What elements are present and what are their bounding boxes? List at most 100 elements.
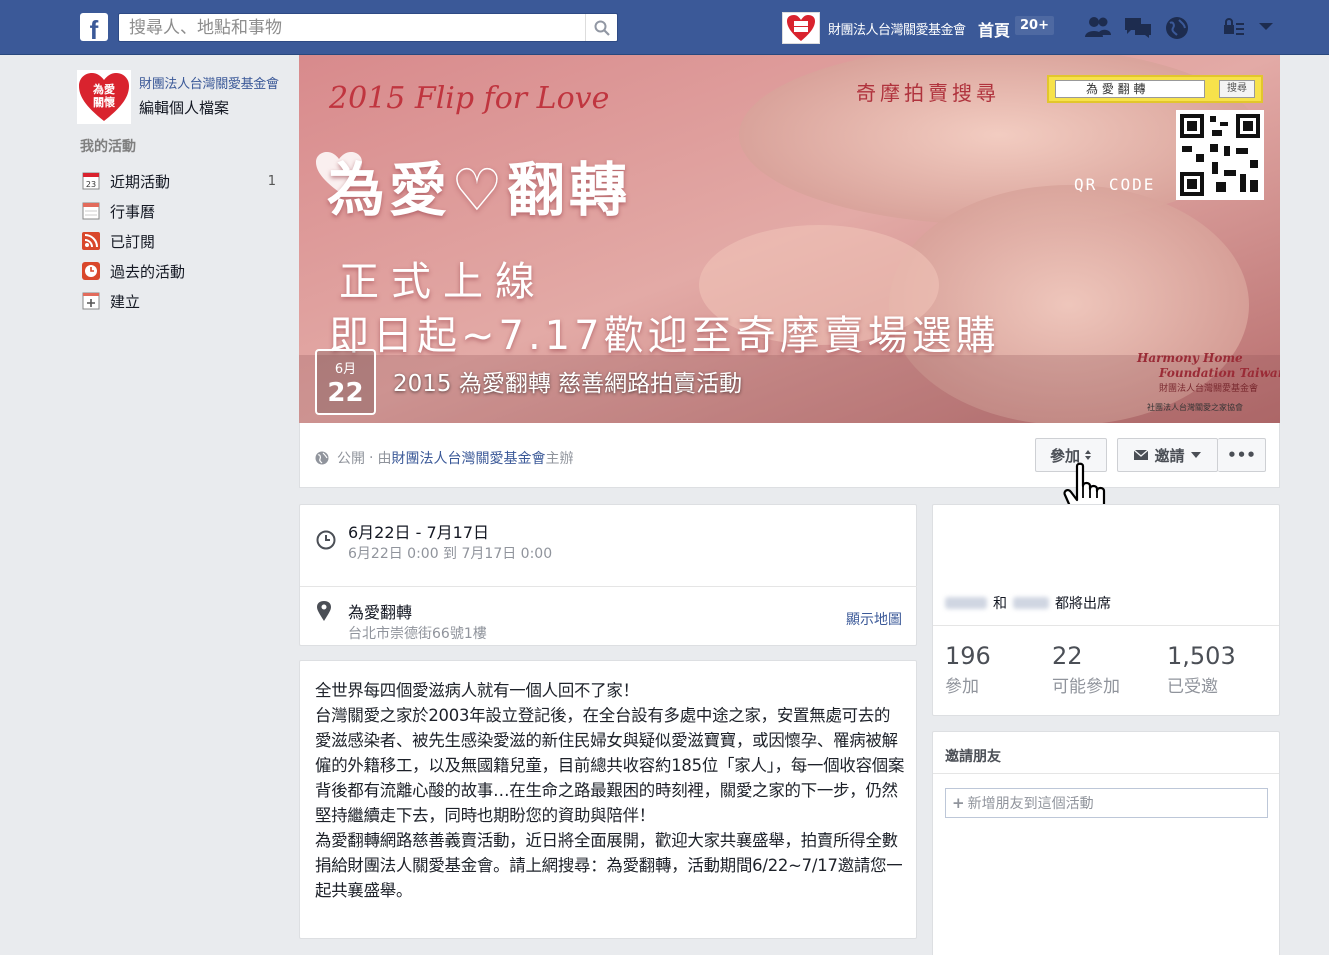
event-date-badge: 6月 22 [315,349,376,415]
event-action-bar: 公開 · 由 財團法人台灣關愛基金會 主辦 參加 邀請 ••• [299,423,1280,488]
cover-headline-en: 2015 Flip for Love [329,81,610,116]
up-down-caret-icon [1085,450,1091,460]
svg-text:為愛: 為愛 [93,82,115,96]
host-suffix: 主辦 [545,451,574,467]
description-paragraph: 為愛翻轉網路慈善義賣活動，近日將全面展開，歡迎大家共襄盛舉，拍賣所得全數捐給財團… [315,831,903,900]
page-name: 財團法人台灣關愛基金會 [828,22,966,38]
sidebar-item-label: 過去的活動 [110,262,186,281]
facebook-logo-icon[interactable]: f [80,13,108,41]
sidebar-item-count: 1 [267,173,276,189]
cover-assoc: 社團法人台灣關愛之家協會 [1147,403,1243,412]
stat-label: 已受邀 [1167,677,1218,697]
event-description-card: 全世界每四個愛滋病人就有一個人回不了家！ 台灣關愛之家於2003年設立登記後，在… [299,660,917,939]
cover-org-en-2: Foundation Taiwan [1159,366,1280,380]
sidebar-item-past[interactable]: 過去的活動 [81,256,281,286]
sidebar-menu: 23 近期活動 1 行事曆 已訂閱 過去的活動 建立 [81,166,281,316]
invite-label: 邀請 [1154,446,1185,465]
cover-search-text: 為 愛 翻 轉 [1055,80,1205,98]
edit-profile-link[interactable]: 編輯個人檔案 [139,97,229,118]
svg-text:23: 23 [86,180,96,189]
globe-notifications-icon[interactable] [1164,15,1190,41]
stat-going[interactable]: 196 參加 [945,642,991,697]
stat-invited[interactable]: 1,503 已受邀 [1167,642,1236,697]
svg-text:關懷: 關懷 [93,95,115,109]
event-month: 6月 [334,362,357,377]
cover-qr-label: QR CODE [1074,175,1156,194]
sidebar-item-calendar[interactable]: 行事曆 [81,196,281,226]
friends-going: 都將出席 [1055,596,1111,612]
description-paragraph: 台灣關愛之家於2003年設立登記後，在全台設有多處中途之家，安置無處可去的愛滋感… [315,706,905,825]
privacy-shortcuts-icon[interactable] [1222,15,1246,39]
page-avatar [782,12,820,44]
cover-headline-zh: 為愛♡翻轉 [327,156,631,224]
place-sub: 台北市崇德街66號1樓 [348,626,487,642]
sidebar-item-label: 已訂閱 [110,232,156,251]
event-day: 22 [327,378,364,408]
top-navigation-bar: f 財團法人台灣關愛基金會 首頁 20+ [0,0,1329,55]
page-profile-avatar[interactable]: 為愛 關懷 [77,70,131,124]
invite-friend-field[interactable]: + 新增朋友到這個活動 [945,788,1268,818]
search-icon [594,20,610,36]
place-main: 為愛翻轉 [348,603,413,622]
cover-yahoo-search-label: 奇摩拍賣搜尋 [856,81,1000,105]
stat-label: 可能參加 [1052,677,1120,697]
cover-line-1: 正式上線 [339,259,547,305]
cover-org-en-1: Harmony Home [1137,351,1243,365]
sidebar-item-subscribed[interactable]: 已訂閱 [81,226,281,256]
sidebar-section-title: 我的活動 [80,139,136,155]
attendance-card: 和 都將出席 196 參加 22 可能參加 1,503 已受邀 [932,504,1280,716]
plus-icon [81,292,101,310]
profile-shortcut[interactable]: 財團法人台灣關愛基金會 [782,12,966,44]
event-title: 2015 為愛翻轉 慈善網路拍賣活動 [393,371,743,397]
stat-maybe[interactable]: 22 可能參加 [1052,642,1120,697]
chevron-down-icon [1190,452,1201,458]
stat-number: 1,503 [1167,642,1236,670]
invite-placeholder: 新增朋友到這個活動 [967,796,1094,812]
sidebar-item-create[interactable]: 建立 [81,286,281,316]
friends-and: 和 [993,596,1007,612]
invite-friends-card: 邀請朋友 + 新增朋友到這個活動 [932,731,1280,955]
friend-requests-icon[interactable] [1084,15,1112,39]
sidebar-item-label: 近期活動 [110,172,171,191]
account-menu-chevron-icon[interactable] [1258,22,1274,32]
friends-going-line: 和 都將出席 [945,593,1111,613]
cover-line-2: 即日起~7.17歡迎至奇摩賣場選購 [329,313,1000,359]
cover-search-box: 為 愛 翻 轉 搜尋 [1047,75,1263,103]
location-row: 為愛翻轉 台北市崇德街66號1樓 顯示地圖 [300,587,917,647]
privacy-separator: · [369,450,374,466]
sidebar-item-upcoming[interactable]: 23 近期活動 1 [81,166,281,196]
messages-icon[interactable] [1124,15,1152,39]
clock-icon [81,262,101,280]
more-options-button[interactable]: ••• [1218,438,1266,472]
stat-number: 196 [945,642,991,670]
globe-icon [315,451,329,465]
calendar-23-icon: 23 [81,172,101,190]
stat-number: 22 [1052,642,1083,670]
invite-button[interactable]: 邀請 [1117,438,1218,472]
sidebar-item-label: 行事曆 [110,202,156,221]
search-input[interactable] [119,14,579,41]
sidebar-item-label: 建立 [110,292,141,311]
event-privacy-info: 公開 · 由 財團法人台灣關愛基金會 主辦 [315,448,573,468]
invite-title: 邀請朋友 [945,749,1001,765]
date-main: 6月22日 - 7月17日 [348,523,490,542]
date-sub: 6月22日 0:00 到 7月17日 0:00 [348,546,553,562]
host-prefix: 由 [377,451,392,467]
sidebar-page-name[interactable]: 財團法人台灣關愛基金會 [139,73,279,92]
search-button[interactable] [585,14,617,41]
notification-badge: 20+ [1015,16,1054,35]
description-paragraph: 全世界每四個愛滋病人就有一個人回不了家！ [315,681,639,700]
host-link[interactable]: 財團法人台灣關愛基金會 [391,448,545,468]
attendance-stats: 196 參加 22 可能參加 1,503 已受邀 [933,625,1279,715]
calendar-icon [81,202,101,220]
show-map-link[interactable]: 顯示地圖 [846,609,902,629]
more-options-icon: ••• [1227,446,1256,464]
blurred-friend-name [945,597,987,609]
event-description: 全世界每四個愛滋病人就有一個人回不了家！ 台灣關愛之家於2003年設立登記後，在… [315,678,905,903]
cover-search-button: 搜尋 [1219,80,1255,98]
blurred-friend-name [1013,597,1049,609]
plus-icon: + [952,794,965,812]
privacy-label: 公開 [337,451,365,467]
clock-icon [316,530,336,550]
home-link[interactable]: 首頁 [978,17,1010,41]
